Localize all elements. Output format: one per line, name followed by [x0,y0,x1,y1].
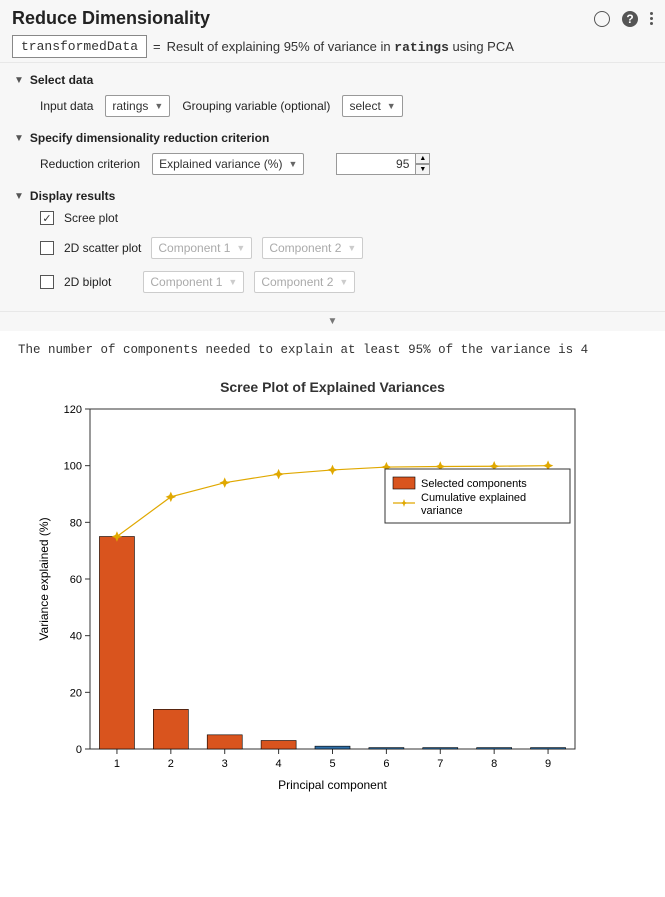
section-display-results[interactable]: ▼ Display results [14,189,651,203]
input-data-label: Input data [40,99,93,113]
svg-text:Principal component: Principal component [278,778,387,792]
scatter-plot-checkbox[interactable] [40,241,54,255]
svg-text:Cumulative explained: Cumulative explained [421,492,526,504]
collapse-arrow-icon: ▼ [14,75,24,86]
svg-text:100: 100 [64,461,82,473]
chevron-down-icon: ▼ [339,277,348,287]
svg-text:3: 3 [222,758,228,770]
biplot-comp1-select: Component 1 ▼ [143,271,244,293]
svg-text:variance: variance [421,505,463,517]
status-circle-icon [594,11,610,27]
variance-percent-input[interactable]: 95 [336,153,416,175]
help-icon[interactable]: ? [622,11,638,27]
section-select-data[interactable]: ▼ Select data [14,73,651,87]
svg-text:0: 0 [76,744,82,756]
chevron-down-icon: ▼ [154,101,163,111]
scatter-comp2-select: Component 2 ▼ [262,237,363,259]
spinner-up-button[interactable]: ▲ [415,153,430,164]
chevron-down-icon: ▼ [228,277,237,287]
chevron-down-icon: ▼ [347,243,356,253]
chevron-down-icon: ▼ [387,101,396,111]
scree-plot-checkbox[interactable] [40,211,54,225]
svg-text:60: 60 [70,574,82,586]
svg-text:Variance explained (%): Variance explained (%) [37,517,51,640]
scatter-comp1-select: Component 1 ▼ [151,237,252,259]
chart-title: Scree Plot of Explained Variances [30,379,635,395]
output-variable-name[interactable]: transformedData [12,35,147,58]
grouping-variable-select[interactable]: select ▼ [342,95,402,117]
biplot-checkbox[interactable] [40,275,54,289]
reduction-criterion-select[interactable]: Explained variance (%) ▼ [152,153,304,175]
equals-sign: = [153,39,161,54]
chevron-down-icon: ▼ [288,159,297,169]
more-menu-icon[interactable] [650,12,653,25]
svg-text:20: 20 [70,687,82,699]
scree-plot-svg: 0 20 40 60 80 100 120 1 2 3 4 5 6 7 8 9 Principal compon… [30,399,590,799]
svg-text:40: 40 [70,631,82,643]
input-data-select[interactable]: ratings ▼ [105,95,170,117]
biplot-comp2-select: Component 2 ▼ [254,271,355,293]
svg-text:8: 8 [491,758,497,770]
result-output-text: The number of components needed to expla… [0,331,665,369]
svg-text:4: 4 [276,758,282,770]
biplot-label: 2D biplot [64,275,111,289]
svg-text:80: 80 [70,517,82,529]
section-criterion[interactable]: ▼ Specify dimensionality reduction crite… [14,131,651,145]
spinner-down-button[interactable]: ▼ [415,164,430,175]
svg-text:9: 9 [545,758,551,770]
scree-plot-label: Scree plot [64,211,118,225]
collapse-arrow-icon: ▼ [14,191,24,202]
expand-collapse-bar[interactable]: ▼ [0,311,665,331]
svg-text:7: 7 [437,758,443,770]
collapse-arrow-icon: ▼ [14,133,24,144]
svg-text:1: 1 [114,758,120,770]
chevron-down-icon: ▼ [236,243,245,253]
svg-text:6: 6 [383,758,389,770]
result-description: Result of explaining 95% of variance in … [167,39,514,55]
svg-text:120: 120 [64,404,82,416]
page-title: Reduce Dimensionality [12,8,210,29]
scatter-plot-label: 2D scatter plot [64,241,141,255]
svg-text:Selected components: Selected components [421,478,527,490]
grouping-variable-label: Grouping variable (optional) [182,99,330,113]
svg-text:5: 5 [329,758,335,770]
reduction-criterion-label: Reduction criterion [40,157,140,171]
svg-text:2: 2 [168,758,174,770]
